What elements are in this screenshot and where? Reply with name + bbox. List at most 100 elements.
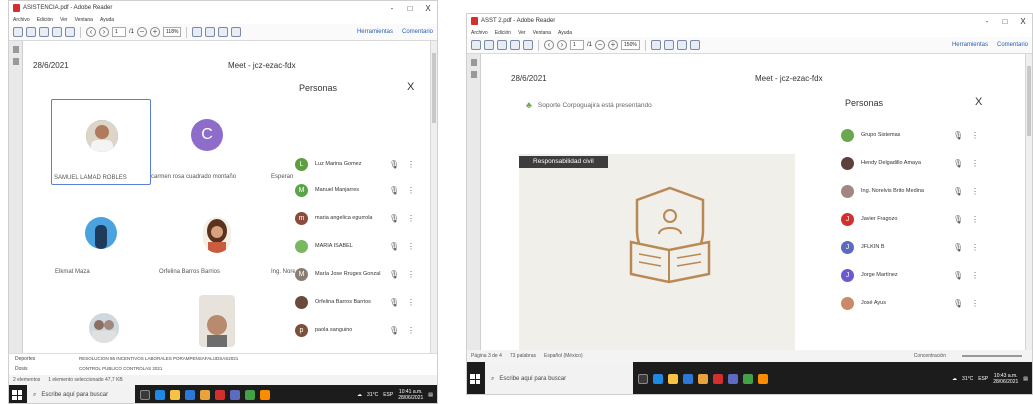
participant-tile[interactable]: Elkmat Maza	[51, 211, 151, 281]
teams-icon[interactable]	[728, 374, 738, 384]
person-row[interactable]: MARIA ISABEL 🎙 ⋮	[295, 239, 423, 253]
next-page-icon[interactable]: ›	[557, 40, 567, 50]
zoom-select[interactable]: 118%	[163, 27, 182, 37]
excel-icon[interactable]	[245, 390, 255, 400]
more-options-icon[interactable]: ⋮	[407, 186, 415, 195]
person-row[interactable]: Hendy Delgadillo Amaya 🎙 ⋮	[841, 156, 1013, 170]
person-row[interactable]: J Javier Fragozo 🎙 ⋮	[841, 212, 1013, 226]
person-row[interactable]: Orfelina Barros Barrios 🎙 ⋮	[295, 295, 423, 309]
mic-off-icon[interactable]: 🎙	[953, 159, 963, 168]
mic-off-icon[interactable]: 🎙	[953, 299, 963, 308]
attachment-icon[interactable]	[470, 71, 477, 78]
menu-ventana[interactable]: Ventana	[75, 17, 93, 23]
weather-icon[interactable]: ☁	[357, 392, 362, 398]
person-row[interactable]: J JFLKIN B 🎙 ⋮	[841, 240, 1013, 254]
page-number-input[interactable]: 1	[112, 27, 126, 37]
mic-off-icon[interactable]: 🎙	[389, 186, 399, 195]
close-people-button[interactable]: X	[407, 81, 414, 93]
print-icon[interactable]	[510, 40, 520, 50]
menu-edicion[interactable]: Edición	[495, 30, 511, 36]
person-row[interactable]: m maria angelica egurrola 🎙 ⋮	[295, 211, 423, 225]
more-options-icon[interactable]: ⋮	[971, 159, 979, 168]
save-icon[interactable]	[39, 27, 49, 37]
store-icon[interactable]	[683, 374, 693, 384]
fit-width-icon[interactable]	[205, 27, 216, 37]
mic-off-icon[interactable]: 🎙	[953, 271, 963, 280]
acrobat-icon[interactable]	[713, 374, 723, 384]
next-page-icon[interactable]: ›	[99, 27, 109, 37]
participant-tile[interactable]: Orfelina Barros Barrios	[151, 211, 261, 281]
store-icon[interactable]	[185, 390, 195, 400]
chrome-icon[interactable]	[200, 390, 210, 400]
comment-button[interactable]: Comentario	[402, 29, 433, 35]
menu-ventana[interactable]: Ventana	[533, 30, 551, 36]
language[interactable]: ESP	[383, 392, 393, 398]
open-icon[interactable]	[471, 40, 481, 50]
mic-off-icon[interactable]: 🎙	[953, 131, 963, 140]
close-people-button[interactable]: X	[975, 96, 982, 108]
pages-icon[interactable]	[470, 59, 477, 66]
email-icon[interactable]	[523, 40, 533, 50]
save-icon[interactable]	[497, 40, 507, 50]
more-options-icon[interactable]: ⋮	[971, 299, 979, 308]
task-view-icon[interactable]	[140, 390, 150, 400]
comment-button[interactable]: Comentario	[997, 42, 1028, 48]
mic-off-icon[interactable]: 🎙	[389, 214, 399, 223]
more-options-icon[interactable]: ⋮	[407, 242, 415, 251]
scroll-thumb[interactable]	[432, 53, 436, 123]
folder-item[interactable]: Deportes	[15, 356, 35, 362]
create-icon[interactable]	[26, 27, 36, 37]
folder-item[interactable]: Dosis	[15, 366, 28, 372]
file-item[interactable]: RESOLUCION 86 INCENTIVOS LABORALES PORAM…	[79, 356, 238, 361]
maximize-button[interactable]: □	[996, 17, 1014, 26]
windows-start-icon[interactable]	[470, 374, 480, 384]
maximize-button[interactable]: □	[401, 4, 419, 13]
comment-icon[interactable]	[676, 40, 687, 50]
notifications-icon[interactable]: ▤	[428, 392, 433, 398]
language-status[interactable]: Español (México)	[544, 353, 583, 359]
person-row[interactable]: M María Jose Rruges Gonzal... 🎙 ⋮	[295, 267, 423, 281]
more-options-icon[interactable]: ⋮	[971, 215, 979, 224]
pages-icon[interactable]	[12, 46, 19, 53]
menu-archivo[interactable]: Archivo	[471, 30, 488, 36]
app-icon[interactable]	[260, 390, 270, 400]
zoom-select[interactable]: 150%	[621, 40, 640, 50]
fit-width-icon[interactable]	[663, 40, 674, 50]
more-options-icon[interactable]: ⋮	[407, 160, 415, 169]
edge-icon[interactable]	[653, 374, 663, 384]
person-row[interactable]: L Luz Marina Gomez 🎙 ⋮	[295, 157, 423, 171]
taskbar-search[interactable]: ⌕ Escribe aquí para buscar	[485, 362, 633, 394]
more-options-icon[interactable]: ⋮	[971, 131, 979, 140]
mic-off-icon[interactable]: 🎙	[389, 242, 399, 251]
excel-icon[interactable]	[743, 374, 753, 384]
vertical-scrollbar[interactable]	[430, 41, 437, 353]
clock[interactable]: 10:43 a.m. 28/06/2021	[993, 373, 1018, 385]
teams-icon[interactable]	[230, 390, 240, 400]
person-row[interactable]: Ing. Norelvis Brito Medina 🎙 ⋮	[841, 184, 1013, 198]
menu-ver[interactable]: Ver	[60, 17, 68, 23]
email-icon[interactable]	[65, 27, 75, 37]
print-icon[interactable]	[52, 27, 62, 37]
app-icon[interactable]	[758, 374, 768, 384]
zoom-in-icon[interactable]: +	[608, 40, 619, 50]
more-options-icon[interactable]: ⋮	[407, 214, 415, 223]
mic-off-icon[interactable]: 🎙	[389, 270, 399, 279]
zoom-out-icon[interactable]: −	[595, 40, 606, 50]
more-options-icon[interactable]: ⋮	[407, 298, 415, 307]
vertical-scrollbar[interactable]	[1025, 54, 1032, 350]
menu-ayuda[interactable]: Ayuda	[100, 17, 114, 23]
person-row[interactable]: Grupo Sistemas 🎙 ⋮	[841, 128, 1013, 142]
sign-icon[interactable]	[231, 27, 242, 37]
notifications-icon[interactable]: ▤	[1023, 376, 1028, 382]
menu-edicion[interactable]: Edición	[37, 17, 53, 23]
prev-page-icon[interactable]: ‹	[86, 27, 96, 37]
more-options-icon[interactable]: ⋮	[971, 187, 979, 196]
mic-off-icon[interactable]: 🎙	[389, 326, 399, 335]
zoom-out-icon[interactable]: −	[137, 27, 148, 37]
mic-off-icon[interactable]: 🎙	[953, 187, 963, 196]
file-explorer-icon[interactable]	[170, 390, 180, 400]
scroll-thumb[interactable]	[1027, 66, 1031, 136]
weather-icon[interactable]: ☁	[952, 376, 957, 382]
sign-icon[interactable]	[689, 40, 700, 50]
minimize-button[interactable]: -	[978, 17, 996, 26]
